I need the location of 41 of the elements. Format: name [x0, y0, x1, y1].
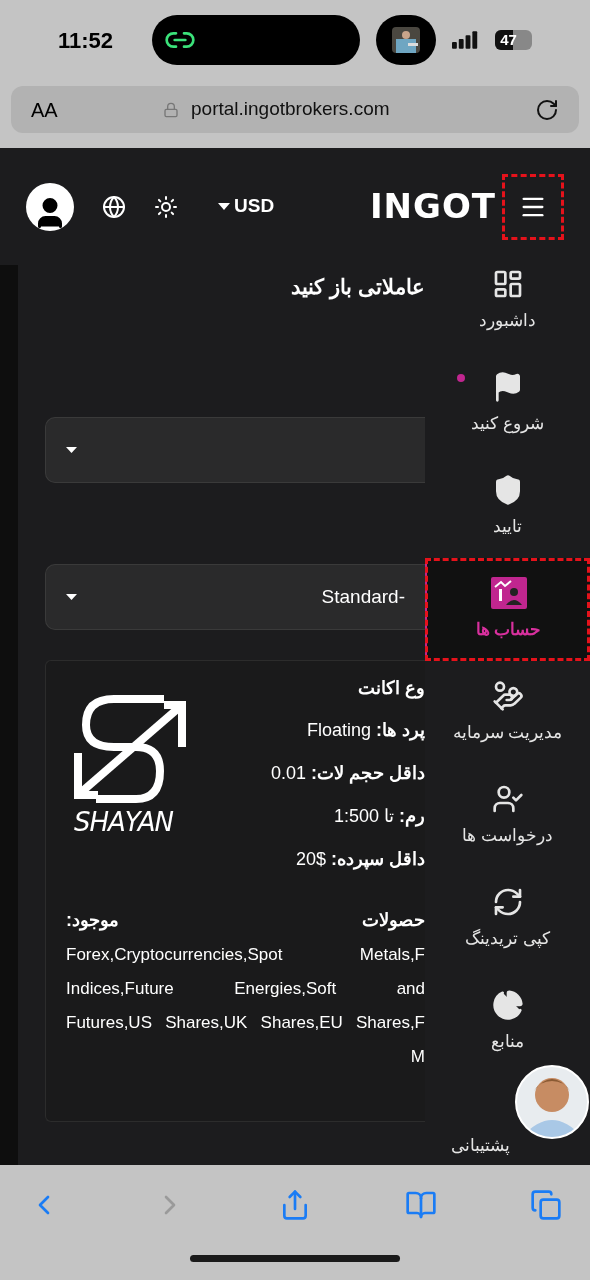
- products-list: M: [66, 1040, 425, 1074]
- select-field[interactable]: Standard-: [45, 564, 425, 630]
- sidebar-item[interactable]: پشتیبانی: [451, 1133, 510, 1159]
- account-detail: وع اکانت: [358, 677, 425, 701]
- lock-icon: [163, 101, 179, 118]
- page-title: عاملاتی باز کنید: [290, 274, 425, 302]
- sidebar-item[interactable]: حساب ها: [425, 558, 590, 661]
- menu-button[interactable]: [502, 173, 564, 240]
- select-field[interactable]: [45, 417, 425, 483]
- caret-icon: [66, 446, 77, 454]
- sidebar-item[interactable]: تایید: [425, 455, 590, 558]
- pie-chart-icon: [491, 988, 524, 1021]
- reload-icon[interactable]: [535, 97, 559, 122]
- shayan-logo-icon: [74, 695, 186, 805]
- hand-money-icon: [491, 679, 524, 712]
- address-bar[interactable]: AA portal.ingotbrokers.com: [11, 86, 579, 133]
- caret-icon: [66, 593, 77, 601]
- theme-icon[interactable]: [154, 194, 178, 219]
- products-label: موجود:: [66, 909, 119, 933]
- signal-icon: [452, 31, 480, 49]
- sidebar-item[interactable]: شروع کنید: [425, 352, 590, 455]
- ingot-logo: INGOT: [369, 185, 496, 228]
- clock-time: 11:52: [58, 26, 115, 55]
- battery-indicator: 47: [495, 30, 532, 50]
- account-chart-icon: [490, 576, 527, 609]
- sidebar-item[interactable]: مدیریت سرمایه: [425, 661, 590, 764]
- products-list: Forex,Cryptocurrencies,Spot Metals,F: [66, 938, 425, 972]
- globe-icon[interactable]: [102, 194, 126, 219]
- currency-dropdown[interactable]: USD: [218, 192, 275, 221]
- profile-avatar[interactable]: [26, 182, 74, 231]
- sidebar-item[interactable]: درخواست ها: [425, 764, 590, 867]
- products-label: حصولات: [362, 909, 425, 933]
- sidebar-item[interactable]: کپی تریدینگ: [425, 867, 590, 970]
- caret-icon: [218, 202, 230, 211]
- logo-text: SHAYAN: [74, 809, 173, 835]
- sidebar-item[interactable]: داشبورد: [425, 249, 590, 352]
- url-text: portal.ingotbrokers.com: [191, 97, 391, 122]
- account-detail: رم: تا 1:500: [333, 805, 425, 829]
- products-list: Indices,Future Energies,Soft and: [66, 972, 425, 1006]
- sidebar-item[interactable]: منابع: [425, 970, 590, 1073]
- products-list: Futures,US Shares,UK Shares,EU Shares,F: [66, 1006, 425, 1040]
